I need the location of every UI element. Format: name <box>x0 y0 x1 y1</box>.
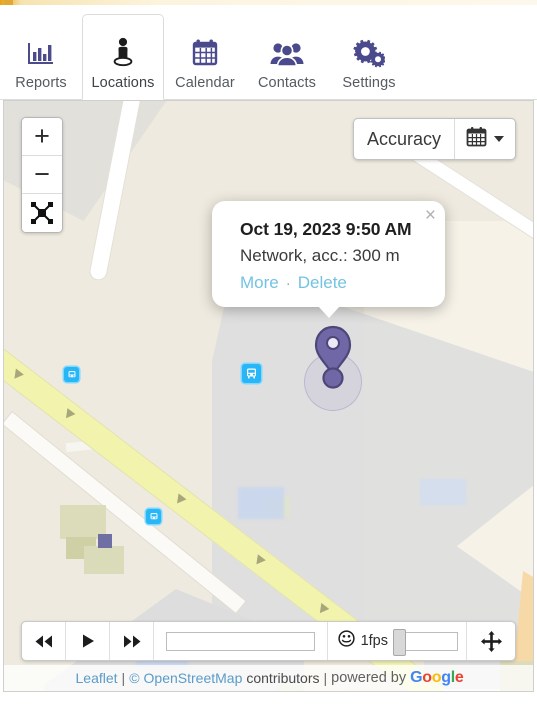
google-letter-g2: g <box>441 669 451 686</box>
chevron-down-icon <box>494 136 504 142</box>
fps-control: 1fps <box>328 622 467 660</box>
rewind-icon[interactable] <box>22 622 66 660</box>
tab-calendar-label: Calendar <box>175 75 235 91</box>
timeline-scrubber[interactable] <box>154 622 328 660</box>
popup-actions: More · Delete <box>240 273 427 293</box>
location-pin-icon[interactable] <box>314 323 352 395</box>
accuracy-button[interactable]: Accuracy <box>354 119 454 159</box>
tab-contacts-label: Contacts <box>257 75 317 91</box>
google-letter-o1: o <box>422 669 432 686</box>
clock-icon <box>337 630 355 652</box>
map-direction-arrow <box>252 554 266 568</box>
map-attribution: Leaflet | © OpenStreetMap contributors |… <box>4 665 533 691</box>
tab-calendar[interactable]: Calendar <box>164 17 246 99</box>
tab-settings[interactable]: Settings <box>328 17 410 99</box>
tab-reports[interactable]: Reports <box>0 17 82 99</box>
bar-chart-icon <box>26 34 56 68</box>
fps-slider-handle[interactable] <box>393 628 406 656</box>
calendar-icon <box>466 126 487 152</box>
more-link[interactable]: More <box>240 273 279 293</box>
map-blurred-label <box>420 479 466 505</box>
location-popup: × Oct 19, 2023 9:50 AM Network, acc.: 30… <box>212 201 445 318</box>
google-letter-e: e <box>454 669 464 686</box>
playback-control-bar: 1fps <box>21 621 516 661</box>
tab-locations-label: Locations <box>91 75 155 91</box>
map-tiles[interactable] <box>4 101 533 691</box>
close-icon[interactable]: × <box>425 206 436 225</box>
accuracy-control: Accuracy <box>352 118 516 160</box>
fps-value-label: 1fps <box>360 633 388 649</box>
person-pin-icon <box>109 34 137 68</box>
bus-stop-icon[interactable] <box>242 364 261 383</box>
app-root: Reports Locations Calendar Contacts Sett… <box>0 0 537 719</box>
zoom-out-button[interactable]: − <box>22 156 62 194</box>
attrib-separator-1: | <box>121 670 126 686</box>
map-container[interactable]: + − Accuracy × Oct 19, 2023 9:50 AM Netw… <box>3 100 534 692</box>
map-direction-arrow <box>61 408 76 422</box>
bus-stop-icon[interactable] <box>64 367 79 382</box>
popup-separator: · <box>285 274 291 292</box>
main-navbar: Reports Locations Calendar Contacts Sett… <box>0 5 537 100</box>
tab-reports-label: Reports <box>15 75 67 91</box>
google-letter-g: G <box>410 669 423 686</box>
timeline-track[interactable] <box>166 631 315 651</box>
leaflet-link[interactable]: Leaflet <box>76 670 118 686</box>
fast-forward-icon[interactable] <box>110 622 154 660</box>
map-building-small <box>98 534 112 548</box>
attrib-separator-2: | <box>323 670 328 686</box>
tab-contacts[interactable]: Contacts <box>246 17 328 99</box>
map-zoom-controls: + − <box>21 117 63 233</box>
google-letter-o2: o <box>431 669 442 686</box>
popup-accuracy-text: Network, acc.: 300 m <box>240 246 400 265</box>
map-building-small <box>84 546 124 574</box>
fit-bounds-icon[interactable] <box>22 194 62 232</box>
tab-settings-label: Settings <box>342 75 396 91</box>
move-icon[interactable] <box>467 622 515 660</box>
gears-icon <box>353 34 385 68</box>
bus-stop-icon[interactable] <box>146 509 161 524</box>
tab-locations[interactable]: Locations <box>82 14 164 100</box>
map-direction-arrow <box>173 493 187 507</box>
map-direction-arrow <box>315 602 330 617</box>
google-logo: Google <box>410 669 464 687</box>
map-blurred-label <box>238 487 284 519</box>
osm-link[interactable]: OpenStreetMap <box>144 670 243 686</box>
powered-by-label: powered by <box>331 670 407 686</box>
people-group-icon <box>270 34 304 68</box>
zoom-in-button[interactable]: + <box>22 118 62 156</box>
map-direction-arrow <box>10 368 24 382</box>
calendar-icon <box>191 34 219 68</box>
attrib-contributors: contributors <box>246 670 320 686</box>
nav-tabs: Reports Locations Calendar Contacts Sett… <box>0 11 410 100</box>
fps-slider[interactable] <box>393 628 458 656</box>
popup-timestamp: Oct 19, 2023 9:50 AM <box>240 219 412 239</box>
osm-copyright[interactable]: © <box>129 670 139 686</box>
delete-link[interactable]: Delete <box>298 273 347 293</box>
play-icon[interactable] <box>66 622 110 660</box>
date-picker-button[interactable] <box>454 119 515 159</box>
